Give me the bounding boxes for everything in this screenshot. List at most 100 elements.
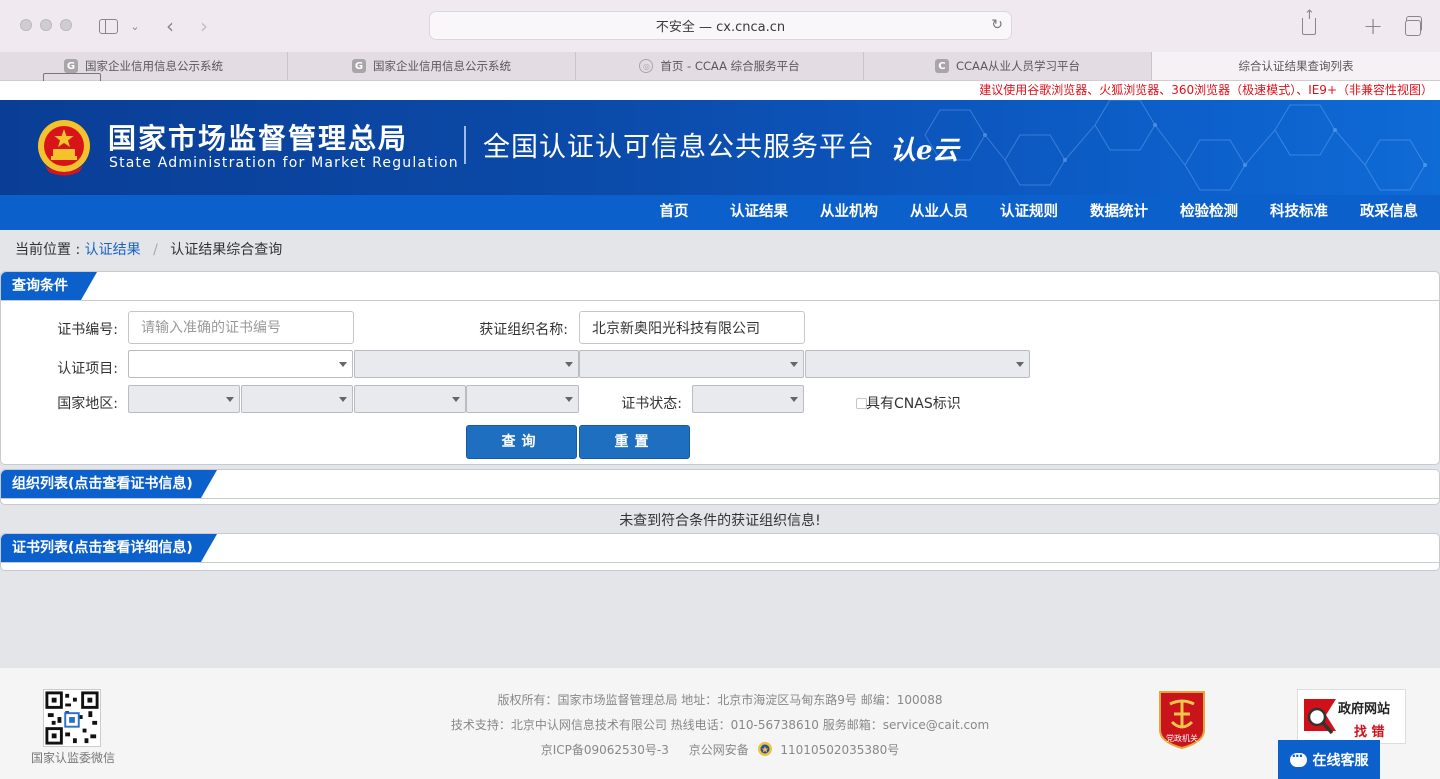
tab-title: CCAA从业人员学习平台 [955,59,1081,73]
cert-list-panel: 证书列表(点击查看详细信息) [0,533,1440,571]
renyun-logo: 认e云 [890,136,959,166]
breadcrumb-prefix: 当前位置 : [15,242,81,258]
nav-personnel[interactable]: 从业人员 [894,195,984,230]
window-controls [20,19,72,31]
cert-no-label: 证书编号: [57,322,118,338]
nav-cert-results[interactable]: 认证结果 [714,195,804,230]
browser-tab[interactable]: C CCAA从业人员学习平台 [864,52,1152,80]
caret-down-icon [339,397,347,402]
status-select[interactable] [692,385,804,413]
nav-institutions[interactable]: 从业机构 [804,195,894,230]
region-label: 国家地区: [57,396,118,412]
org-list-panel: 组织列表(点击查看证书信息) [0,469,1440,505]
icp-number[interactable]: 京ICP备09062530号-3 [541,743,669,757]
party-government-badge-icon[interactable]: 党政机关 [1156,688,1208,750]
project-label: 认证项目: [57,361,118,377]
caret-down-icon [339,362,347,367]
project-select-4[interactable] [805,350,1030,378]
org-name-en: State Administration for Market Regulati… [109,155,459,171]
query-panel-title: 查询条件 [1,272,97,300]
reload-icon[interactable]: ↻ [991,17,1003,33]
caret-down-icon [790,397,798,402]
online-service-label: 在线客服 [1312,752,1369,769]
breadcrumb-current: 认证结果综合查询 [170,242,283,258]
reset-button[interactable]: 重置 [579,425,690,459]
region-select-4[interactable] [466,385,579,413]
nav-statistics[interactable]: 数据统计 [1074,195,1164,230]
new-tab-plus-icon[interactable]: + [1362,12,1384,40]
tab-title: 国家企业信用信息公示系统 [85,59,223,73]
chat-bubble-icon [1289,749,1307,767]
project-select-3[interactable] [579,350,804,378]
browser-tab[interactable]: G 国家企业信用信息公示系统 [288,52,576,80]
address-bar[interactable]: 不安全 — cx.cnca.cn ↻ [429,11,1012,40]
ccaa-favicon-icon: ◎ [639,59,654,73]
project-select-1[interactable] [128,350,353,378]
org-name-input[interactable] [579,311,805,344]
footer-support: 技术支持：北京中认网信息技术有限公司 热线电话：010-56738610 服务邮… [450,718,990,732]
region-select-1[interactable] [128,385,240,413]
cert-list-header: 证书列表(点击查看详细信息) [1,534,1439,563]
browser-toolbar: ⌄ ‹ › 不安全 — cx.cnca.cn ↻ + [0,0,1440,52]
caret-down-icon [565,362,573,367]
main-nav: 首页 认证结果 从业机构 从业人员 认证规则 数据统计 检验检测 科技标准 政采… [0,195,1440,230]
c-favicon-icon: C [934,59,949,73]
caret-down-icon [452,397,460,402]
gov-site-error-report[interactable]: 政府网站 找 错 [1297,689,1406,744]
region-select-2[interactable] [241,385,353,413]
share-icon[interactable] [1298,8,1320,38]
org-list-title: 组织列表(点击查看证书信息) [1,470,217,498]
tab-title: 综合认证结果查询列表 [1238,59,1354,73]
status-label: 证书状态: [621,396,682,412]
close-window-button[interactable] [20,19,32,31]
nav-home[interactable]: 首页 [634,195,714,230]
site-footer: 国家认监委微信 版权所有：国家市场监督管理总局 地址：北京市海淀区马甸东路9号 … [0,668,1440,779]
hex-pattern-decoration [924,100,1427,191]
caret-down-icon [226,397,234,402]
breadcrumb-link[interactable]: 认证结果 [85,242,141,258]
org-name-label: 获证组织名称: [479,322,568,338]
nav-standards[interactable]: 科技标准 [1254,195,1344,230]
police-label: 京公网安备 [688,743,749,757]
project-select-2[interactable] [354,350,579,378]
nav-procurement[interactable]: 政采信息 [1344,195,1434,230]
platform-title: 全国认证认可信息公共服务平台 [483,132,875,163]
address-text: 不安全 — cx.cnca.cn [655,20,786,35]
cnas-label: 具有CNAS标识 [866,396,961,412]
find-error-label: 找 错 [1354,725,1385,740]
footer-icp-row: 京ICP备09062530号-3 京公网安备 11010502035380号 [0,741,1440,758]
banner-divider [464,126,466,164]
cert-no-input[interactable] [128,311,354,344]
zoom-window-button[interactable] [60,19,72,31]
online-service-button[interactable]: 在线客服 [1278,740,1380,779]
gov-site-label: 政府网站 [1338,702,1391,717]
police-badge-icon [757,742,772,756]
org-name-cn: 国家市场监督管理总局 [108,122,409,155]
org-list-header: 组织列表(点击查看证书信息) [1,470,1439,499]
caret-down-icon [790,362,798,367]
g-favicon-icon: G [352,59,366,73]
search-button[interactable]: 查询 [466,425,577,459]
breadcrumb-separator: / [153,242,158,258]
nav-cert-rules[interactable]: 认证规则 [984,195,1074,230]
minimize-window-button[interactable] [40,19,52,31]
chevron-down-icon[interactable]: ⌄ [128,14,142,38]
tab-title: 国家企业信用信息公示系统 [373,59,511,73]
site-banner: 国家市场监督管理总局 State Administration for Mark… [0,100,1440,195]
caret-down-icon [565,397,573,402]
nav-inspection[interactable]: 检验检测 [1164,195,1254,230]
national-emblem-icon [38,120,90,176]
breadcrumb: 当前位置 : 认证结果 / 认证结果综合查询 [15,239,282,259]
tab-overview-icon[interactable] [1400,14,1422,38]
browser-tab-active[interactable]: ▦ 综合认证结果查询列表 [43,52,1440,131]
region-select-3[interactable] [354,385,466,413]
police-number[interactable]: 11010502035380号 [780,743,899,757]
org-list-empty-message: 未查到符合条件的获证组织信息! [619,513,821,529]
forward-arrow-icon[interactable]: › [194,14,214,38]
tab-title: 首页 - CCAA 综合服务平台 [660,59,800,73]
back-arrow-icon[interactable]: ‹ [160,14,180,38]
badge-text: 党政机关 [1166,733,1198,743]
query-panel-header: 查询条件 [1,272,1439,301]
browser-tab[interactable]: ◎ 首页 - CCAA 综合服务平台 [576,52,864,80]
sidebar-toggle-icon[interactable] [97,14,119,38]
